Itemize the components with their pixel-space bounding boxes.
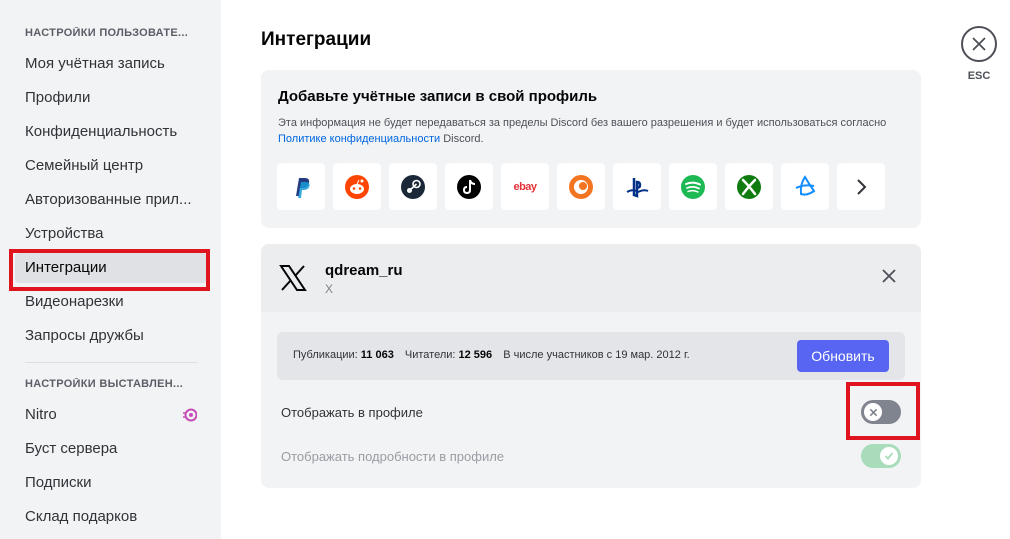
connect-reddit-button[interactable] [333, 163, 381, 210]
connect-ebay-button[interactable]: ebay [501, 163, 549, 210]
xbox-icon [737, 174, 761, 199]
toggle-knob [864, 403, 882, 421]
show-on-profile-label: Отображать в профиле [281, 405, 423, 420]
update-button[interactable]: Обновить [797, 340, 889, 372]
connect-crunchyroll-button[interactable] [557, 163, 605, 210]
sidebar-item-my-account[interactable]: Моя учётная запись [15, 49, 207, 79]
sidebar-item-friend-requests[interactable]: Запросы дружбы [15, 321, 207, 351]
connect-tiktok-button[interactable] [445, 163, 493, 210]
privacy-policy-link[interactable]: Политике конфиденциальности [278, 133, 440, 145]
connect-paypal-button[interactable] [277, 163, 325, 210]
x-mark-icon [869, 408, 877, 416]
connected-account-card: qdream_ru X Публикации: 11 063 Читатели:… [261, 244, 921, 488]
paypal-icon [296, 177, 310, 198]
steam-icon [401, 174, 425, 199]
posts-label: Публикации: [293, 349, 358, 361]
ebay-icon: ebay [513, 180, 537, 193]
sidebar-header-user-settings: НАСТРОЙКИ ПОЛЬЗОВАТЕ... [25, 27, 189, 39]
settings-sidebar: НАСТРОЙКИ ПОЛЬЗОВАТЕ... Моя учётная запи… [0, 0, 221, 539]
show-details-toggle[interactable] [861, 444, 901, 468]
add-accounts-title: Добавьте учётные записи в свой профиль [278, 88, 598, 105]
sidebar-item-clips[interactable]: Видеонарезки [15, 287, 207, 317]
battlenet-icon [795, 174, 816, 196]
reddit-icon [345, 174, 369, 199]
sidebar-item-profiles[interactable]: Профили [15, 83, 207, 113]
sidebar-item-family-center[interactable]: Семейный центр [15, 151, 207, 181]
info-text: Эта информация не будет передаваться за … [278, 117, 887, 129]
sidebar-item-label: Nitro [25, 406, 57, 423]
tiktok-icon [457, 174, 481, 199]
followers-value: 12 596 [458, 349, 493, 361]
nitro-icon [183, 408, 197, 422]
info-text-suffix: Discord. [443, 133, 484, 145]
check-icon [884, 452, 894, 460]
connected-account-name: qdream_ru [325, 262, 403, 279]
x-logo-icon [279, 265, 307, 291]
playstation-icon [626, 177, 649, 198]
close-icon [972, 37, 986, 51]
spotify-icon [681, 174, 705, 199]
sidebar-item-server-boost[interactable]: Буст сервера [15, 434, 207, 464]
sidebar-item-devices[interactable]: Устройства [15, 219, 207, 249]
followers-label: Читатели: [404, 349, 456, 361]
sidebar-item-nitro[interactable]: Nitro [15, 400, 207, 430]
page-title: Интеграции [261, 29, 372, 50]
sidebar-header-billing-settings: НАСТРОЙКИ ВЫСТАВЛЕН... [25, 378, 184, 390]
account-stats-text: Публикации: 11 063 Читатели: 12 596 В чи… [293, 349, 690, 361]
connect-battlenet-button[interactable] [781, 163, 829, 210]
member-since: В числе участников с 19 мар. 2012 г. [503, 349, 690, 361]
show-details-label: Отображать подробности в профиле [281, 449, 505, 464]
sidebar-item-subscriptions[interactable]: Подписки [15, 468, 207, 498]
crunchyroll-icon [569, 174, 593, 199]
disconnect-close-icon[interactable] [881, 268, 897, 284]
services-row: ebay [277, 163, 885, 210]
sidebar-item-privacy[interactable]: Конфиденциальность [15, 117, 207, 147]
sidebar-item-authorized-apps[interactable]: Авторизованные прил... [15, 185, 207, 215]
connected-account-header: qdream_ru X [261, 244, 921, 312]
chevron-right-icon [857, 178, 867, 195]
sidebar-item-gift-inventory[interactable]: Склад подарков [15, 502, 207, 532]
show-on-profile-toggle[interactable] [861, 400, 901, 424]
connected-account-service: X [325, 282, 334, 296]
esc-label: ESC [967, 70, 991, 82]
toggle-knob [880, 447, 898, 465]
connect-steam-button[interactable] [389, 163, 437, 210]
connect-spotify-button[interactable] [669, 163, 717, 210]
connect-xbox-button[interactable] [725, 163, 773, 210]
account-stats-bar: Публикации: 11 063 Читатели: 12 596 В чи… [277, 332, 905, 380]
more-services-button[interactable] [837, 163, 885, 210]
sidebar-divider [25, 362, 197, 363]
close-settings-button[interactable] [961, 26, 997, 62]
connect-playstation-button[interactable] [613, 163, 661, 210]
posts-value: 11 063 [360, 349, 394, 361]
sidebar-item-integrations[interactable]: Интеграции [15, 253, 207, 283]
add-accounts-card: Добавьте учётные записи в свой профиль Э… [261, 70, 921, 228]
add-accounts-info: Эта информация не будет передаваться за … [278, 115, 908, 147]
